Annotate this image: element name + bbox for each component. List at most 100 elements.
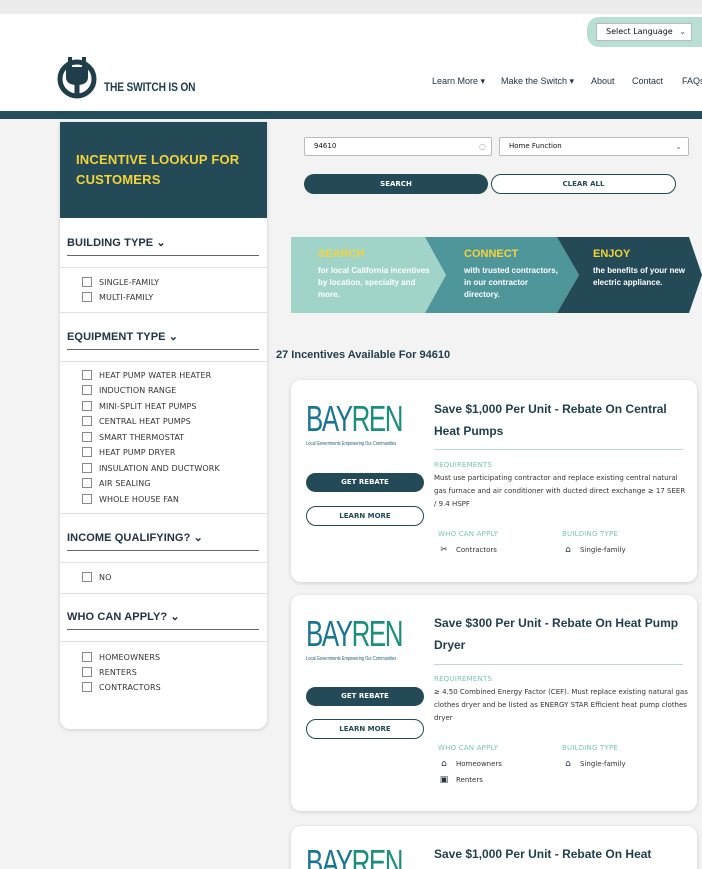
checkbox-label: AIR SEALING xyxy=(99,479,151,488)
incentive-title[interactable]: Save $1,000 Per Unit - Rebate On Central… xyxy=(434,398,694,442)
checkbox-label: HEAT PUMP WATER HEATER xyxy=(99,371,212,380)
building-label: Single-family xyxy=(580,760,626,768)
learn-more-button[interactable]: LEARN MORE xyxy=(306,506,424,526)
checkbox-label: MINI-SPLIT HEAT PUMPS xyxy=(99,402,197,411)
browser-top-strip xyxy=(0,0,702,14)
building-type-toggle[interactable]: BUILDING TYPE ⌄ xyxy=(67,236,166,249)
divider xyxy=(60,593,267,594)
language-selector-wrapper: Select Language ⌄ xyxy=(587,17,702,47)
home-function-select[interactable]: Home Function ⌄ xyxy=(499,137,689,156)
checkbox-label: CENTRAL HEAT PUMPS xyxy=(99,417,191,426)
checkbox-label: SMART THERMOSTAT xyxy=(99,433,185,442)
step-connect-title: CONNECT xyxy=(464,248,519,260)
language-select[interactable]: Select Language ⌄ xyxy=(596,23,692,41)
requirements-label: REQUIREMENTS xyxy=(434,675,493,683)
checkbox-mini-split[interactable] xyxy=(82,401,92,411)
step-enjoy-text: the benefits of your new electric applia… xyxy=(593,266,686,287)
house-icon: ⌂ xyxy=(565,759,571,769)
checkbox-label: RENTERS xyxy=(99,668,137,677)
checkbox-contractors[interactable] xyxy=(82,682,92,692)
divider xyxy=(60,361,267,362)
zip-code-input[interactable]: 94610 ○ xyxy=(304,137,492,156)
checkbox-label: HEAT PUMP DRYER xyxy=(99,448,176,457)
building-label: Single-family xyxy=(580,546,626,554)
checkbox-label: HOMEOWNERS xyxy=(99,653,161,662)
checkbox-income-no[interactable] xyxy=(82,572,92,582)
incentive-card: BAYREN Local Governments Empowering Our … xyxy=(291,380,697,582)
logo-ren: REN xyxy=(351,613,404,654)
home-function-value: Home Function xyxy=(509,142,562,150)
nav-learn-more[interactable]: Learn More ▾ xyxy=(432,76,485,87)
bayren-tagline: Local Governments Empowering Our Communi… xyxy=(306,441,397,447)
checkbox-label: CONTRACTORS xyxy=(99,683,161,692)
divider xyxy=(60,267,267,268)
checkbox-central-heat-pumps[interactable] xyxy=(82,416,92,426)
who-can-apply-label: WHO CAN APPLY xyxy=(438,744,499,752)
income-qualifying-toggle[interactable]: INCOME QUALIFYING? ⌄ xyxy=(67,531,203,544)
house-icon: ⌂ xyxy=(565,545,571,555)
incentive-title[interactable]: Save $1,000 Per Unit - Rebate On Heat xyxy=(434,843,694,865)
checkbox-multi-family[interactable] xyxy=(82,292,92,302)
nav-about[interactable]: About xyxy=(591,76,615,86)
applicant-renters: ▣ Renters xyxy=(438,775,483,785)
checkbox-renters[interactable] xyxy=(82,667,92,677)
incentive-card: BAYREN Save $1,000 Per Unit - Rebate On … xyxy=(291,826,697,869)
checkbox-air-sealing[interactable] xyxy=(82,478,92,488)
checkbox-label: NO xyxy=(99,573,112,582)
nav-faqs[interactable]: FAQs xyxy=(682,76,702,86)
checkbox-label: INDUCTION RANGE xyxy=(99,386,177,395)
chevron-down-icon: ⌄ xyxy=(675,142,682,151)
brand-name[interactable]: THE SWITCH IS ON xyxy=(104,80,196,94)
bayren-logo-wordmark: BAYREN xyxy=(306,842,404,869)
step-search-title: SEARCH xyxy=(318,248,365,260)
logo-ren: REN xyxy=(351,842,404,869)
tools-icon: ✂ xyxy=(440,545,448,555)
checkbox-induction-range[interactable] xyxy=(82,385,92,395)
search-button[interactable]: SEARCH xyxy=(304,174,488,194)
learn-more-button[interactable]: LEARN MORE xyxy=(306,719,424,739)
get-rebate-button[interactable]: GET REBATE xyxy=(306,687,424,706)
checkbox-homeowners[interactable] xyxy=(82,652,92,662)
plug-logo-icon[interactable] xyxy=(55,55,99,99)
checkbox-label: WHOLE HOUSE FAN xyxy=(99,495,179,504)
checkbox-whole-house-fan[interactable] xyxy=(82,494,92,504)
logo-bay: BAY xyxy=(306,398,353,439)
divider xyxy=(60,513,267,514)
results-count: 27 Incentives Available For 94610 xyxy=(276,349,451,361)
sidebar-title: INCENTIVE LOOKUP FOR CUSTOMERS xyxy=(76,152,240,187)
nav-make-the-switch[interactable]: Make the Switch ▾ xyxy=(501,76,574,87)
incentive-title[interactable]: Save $300 Per Unit - Rebate On Heat Pump… xyxy=(434,612,694,656)
equipment-type-toggle[interactable]: EQUIPMENT TYPE ⌄ xyxy=(67,330,178,343)
requirements-label: REQUIREMENTS xyxy=(434,461,493,469)
logo-bay: BAY xyxy=(306,613,353,654)
clear-input-icon[interactable]: ○ xyxy=(479,138,486,155)
checkbox-insulation[interactable] xyxy=(82,463,92,473)
applicant-label: Contractors xyxy=(456,546,497,554)
checkbox-single-family[interactable] xyxy=(82,277,92,287)
bayren-logo-wordmark: BAYREN xyxy=(306,398,403,439)
clear-all-button[interactable]: CLEAR ALL xyxy=(491,174,676,194)
checkbox-heat-pump-water-heater[interactable] xyxy=(82,370,92,380)
header-bottom-bar xyxy=(0,111,702,119)
nav-contact[interactable]: Contact xyxy=(632,76,663,86)
filter-sidebar: INCENTIVE LOOKUP FOR CUSTOMERS BUILDING … xyxy=(60,122,267,729)
applicant-contractors: ✂ Contractors xyxy=(438,545,497,555)
divider xyxy=(60,312,267,313)
step-connect-text: with trusted contractors, in our contrac… xyxy=(464,266,558,299)
who-can-apply-label: WHO CAN APPLY xyxy=(438,530,499,538)
checkbox-smart-thermostat[interactable] xyxy=(82,432,92,442)
get-rebate-button[interactable]: GET REBATE xyxy=(306,473,424,492)
bayren-tagline: Local Governments Empowering Our Communi… xyxy=(306,656,397,662)
logo-bay: BAY xyxy=(306,842,353,869)
checkbox-heat-pump-dryer[interactable] xyxy=(82,447,92,457)
steps-banner: SEARCH for local California incentives b… xyxy=(291,237,702,313)
chevron-down-icon: ⌄ xyxy=(679,27,686,36)
divider xyxy=(434,449,683,450)
applicant-label: Homeowners xyxy=(456,760,502,768)
language-select-value: Select Language xyxy=(606,27,673,36)
who-can-apply-toggle[interactable]: WHO CAN APPLY? ⌄ xyxy=(67,610,180,623)
incentive-card: BAYREN Local Governments Empowering Our … xyxy=(291,595,697,811)
bayren-logo-wordmark: BAYREN xyxy=(306,613,404,654)
divider xyxy=(67,349,259,350)
sidebar-title-block: INCENTIVE LOOKUP FOR CUSTOMERS xyxy=(60,122,267,218)
